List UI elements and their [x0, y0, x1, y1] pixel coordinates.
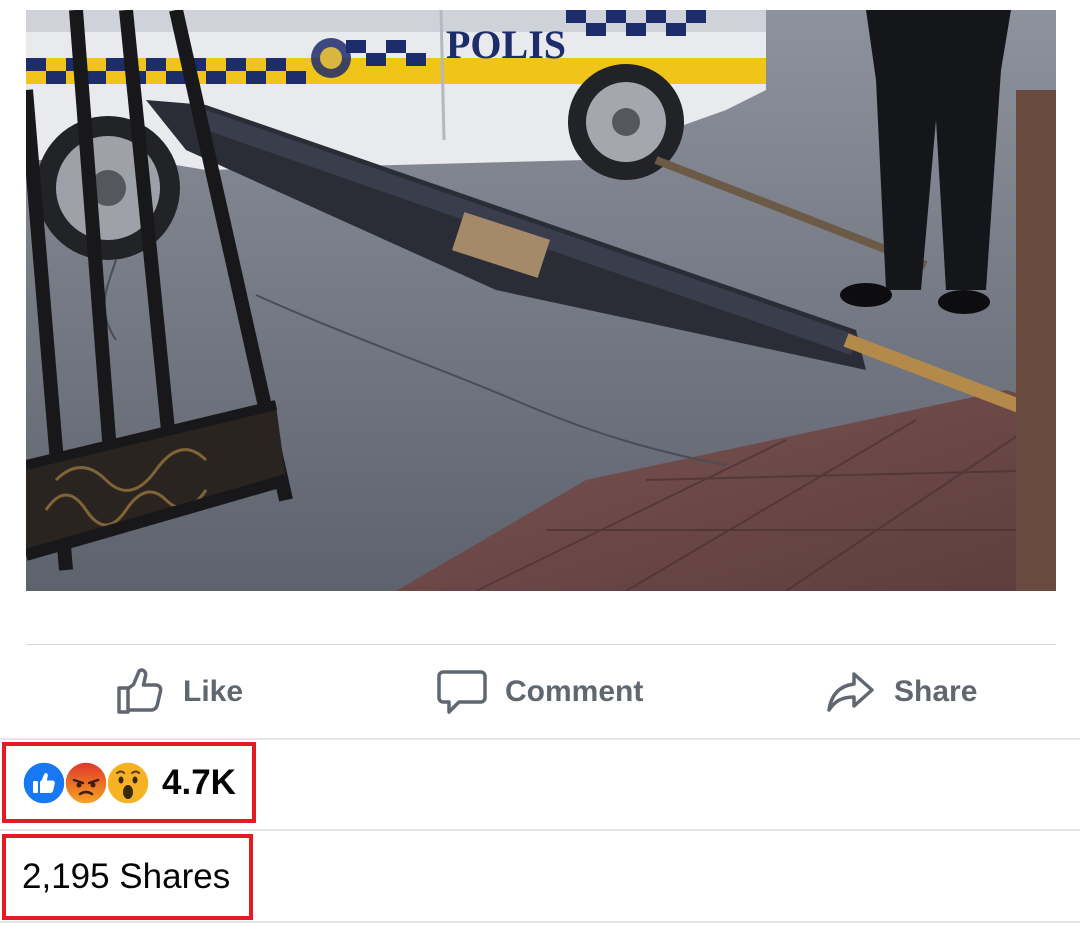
- shares-text: 2,195 Shares: [22, 857, 231, 896]
- wow-reaction-icon: [106, 760, 150, 805]
- post-action-bar: Like Comment Share: [0, 645, 1080, 738]
- angry-reaction-icon: [64, 760, 108, 805]
- comment-button[interactable]: Comment: [437, 645, 643, 738]
- reactions-summary[interactable]: 4.7K: [2, 742, 256, 823]
- share-button[interactable]: Share: [826, 645, 977, 738]
- comment-icon: [437, 668, 487, 716]
- divider: [0, 829, 1080, 831]
- like-label: Like: [183, 674, 244, 708]
- post-photo[interactable]: POLIS: [26, 10, 1056, 591]
- car-label: POLIS: [446, 22, 566, 67]
- comment-label: Comment: [505, 674, 644, 708]
- divider: [0, 738, 1080, 740]
- shares-count[interactable]: 2,195 Shares: [2, 834, 253, 920]
- share-label: Share: [894, 674, 978, 708]
- divider: [0, 921, 1080, 923]
- reaction-icons: [22, 760, 150, 805]
- like-button[interactable]: Like: [115, 645, 243, 738]
- thumbs-up-icon: [115, 667, 165, 716]
- reaction-count: 4.7K: [162, 762, 236, 802]
- like-reaction-icon: [22, 760, 66, 805]
- share-arrow-icon: [826, 668, 876, 716]
